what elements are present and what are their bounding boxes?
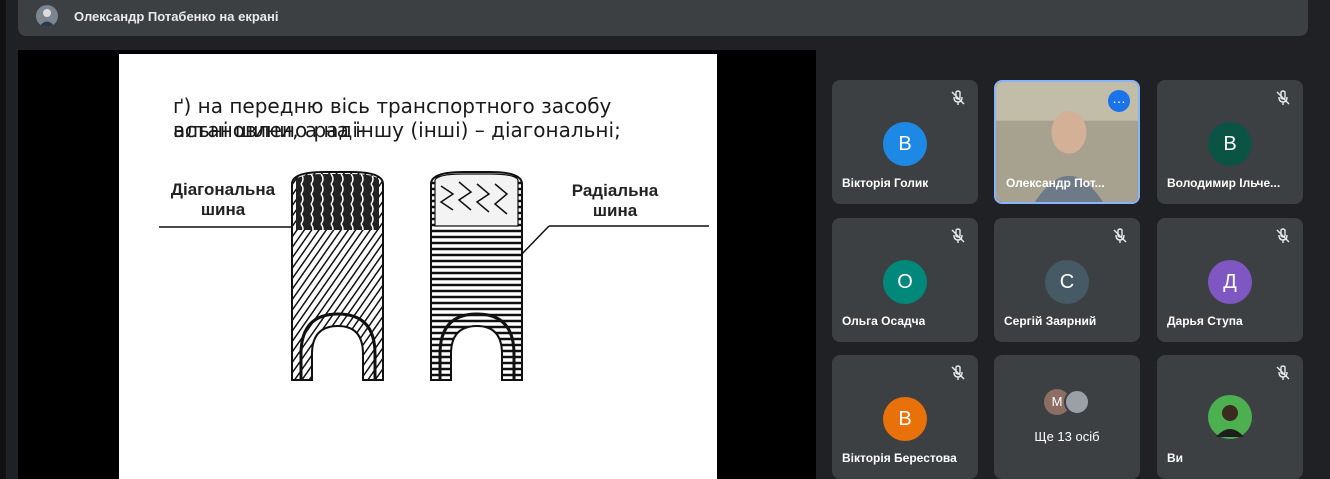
mini-avatar-photo: [1064, 389, 1090, 415]
mic-off-icon: [1276, 228, 1290, 243]
participant-name: Вікторія Голик: [842, 176, 929, 190]
participant-tile-7[interactable]: B Вікторія Берестова: [832, 355, 978, 479]
diagonal-tire: [291, 171, 384, 381]
tire-illustration: [159, 171, 709, 381]
participant-avatar: Д: [1208, 260, 1252, 304]
presentation-stage[interactable]: ґ) на передню вісь транспортного засобу …: [18, 50, 816, 479]
participant-name: Вікторія Берестова: [842, 451, 957, 465]
participant-avatar: O: [883, 260, 927, 304]
participant-tile-5[interactable]: C Сергій Заярний: [994, 218, 1140, 342]
radial-tire: [430, 171, 523, 381]
participant-tile-3[interactable]: B Володимир Ільче...: [1157, 80, 1303, 204]
participant-avatar: B: [883, 122, 927, 166]
mic-off-icon: [951, 90, 965, 105]
mic-off-icon: [1276, 365, 1290, 380]
participant-avatar: B: [1208, 122, 1252, 166]
participant-name: Сергій Заярний: [1004, 314, 1097, 328]
participant-name: Олександр Пот...: [1006, 176, 1105, 190]
participant-name: Володимир Ільче...: [1167, 176, 1281, 190]
participant-avatar: C: [1045, 260, 1089, 304]
more-participants-tile[interactable]: M Ще 13 осіб: [994, 355, 1140, 479]
presenter-text: Олександр Потабенко на екрані: [74, 9, 279, 24]
presenter-avatar: [36, 5, 58, 27]
participant-name: Дарья Ступа: [1167, 314, 1243, 328]
presentation-slide: ґ) на передню вісь транспортного засобу …: [119, 54, 717, 479]
self-tile[interactable]: Ви: [1157, 355, 1303, 479]
mic-off-icon: [1113, 228, 1127, 243]
participant-tile-1[interactable]: B Вікторія Голик: [832, 80, 978, 204]
participant-name: Ви: [1167, 451, 1184, 465]
presentation-header: Олександр Потабенко на екрані: [18, 0, 1308, 36]
more-options-button[interactable]: …: [1108, 90, 1130, 112]
participant-tile-4[interactable]: O Ольга Осадча: [832, 218, 978, 342]
participant-avatar: B: [883, 397, 927, 441]
mic-off-icon: [1276, 90, 1290, 105]
participant-tile-2[interactable]: … Олександр Пот...: [994, 80, 1140, 204]
left-edge: [0, 0, 6, 479]
participant-name: Ольга Осадча: [842, 314, 926, 328]
mic-off-icon: [951, 365, 965, 380]
participant-tile-6[interactable]: Д Дарья Ступа: [1157, 218, 1303, 342]
mic-off-icon: [951, 228, 965, 243]
more-participants-label: Ще 13 осіб: [1034, 429, 1100, 444]
self-avatar: [1208, 395, 1252, 439]
